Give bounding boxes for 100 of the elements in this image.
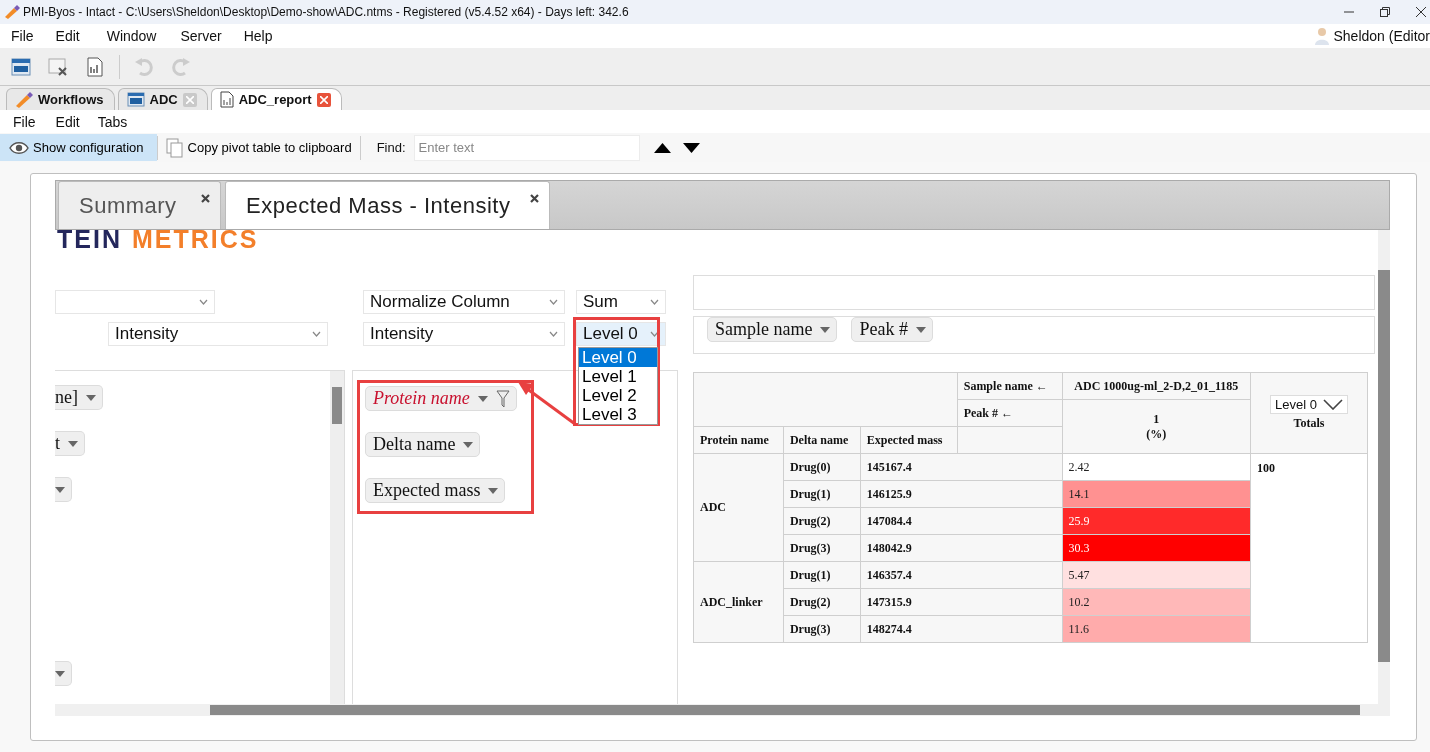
copy-icon <box>165 137 184 158</box>
chevron-down-icon <box>549 331 558 337</box>
logo: TEIN METRICS <box>56 230 260 252</box>
undo-icon <box>134 57 154 76</box>
show-configuration-button[interactable]: Show configuration <box>0 134 157 161</box>
document-icon <box>219 91 234 108</box>
value-cell: 14.1 <box>1062 480 1251 508</box>
attribute-chip[interactable]: Peak # <box>851 317 933 342</box>
sum-select[interactable]: Sum <box>576 290 666 314</box>
delta-cell: Drug(3) <box>783 615 861 643</box>
column-header: Sample name ← <box>957 372 1062 400</box>
menu-item[interactable]: Window <box>106 28 157 44</box>
attribute-chip[interactable]: Protein name <box>365 386 517 411</box>
caret-icon <box>477 395 488 402</box>
attribute-chip[interactable]: Delta name <box>365 432 481 457</box>
down-triangle-icon <box>682 142 700 153</box>
attribute-chip[interactable]: ne] <box>55 385 103 410</box>
caret-icon <box>463 441 474 448</box>
attribute-chip[interactable] <box>55 477 72 502</box>
chevron-down-icon <box>650 299 659 305</box>
document-tab[interactable]: Workflows <box>6 88 115 110</box>
window-close-icon <box>48 57 68 76</box>
attribute-chip[interactable]: Sample name <box>707 317 838 342</box>
value-cell: 2.42 <box>1062 453 1251 481</box>
mass-cell: 147315.9 <box>860 588 1062 616</box>
caret-icon <box>820 326 831 333</box>
menu-item[interactable]: Server <box>180 28 222 44</box>
totals-header: Totals <box>1293 416 1325 430</box>
row-header: Expected mass <box>860 426 958 454</box>
copy-button[interactable]: Copy pivot table to clipboard <box>157 134 360 161</box>
menu-item[interactable]: File <box>13 113 36 130</box>
value-cell: 11.6 <box>1062 615 1251 643</box>
document-tab[interactable]: ADC <box>117 88 208 110</box>
value-cell: 5.47 <box>1062 561 1251 589</box>
document-icon <box>87 56 103 77</box>
delta-cell: Drug(1) <box>783 480 861 508</box>
value-select[interactable]: Intensity <box>108 322 328 346</box>
value-cell: 30.3 <box>1062 534 1251 562</box>
column-header: Peak # ← <box>957 399 1062 427</box>
menu-item[interactable]: Tabs <box>97 113 128 130</box>
caret-icon <box>916 326 926 333</box>
total-cell: 100 <box>1250 453 1368 643</box>
filter-icon <box>495 389 510 408</box>
row-header: Protein name <box>693 426 784 454</box>
dropdown-option[interactable]: Level 0 <box>579 348 657 367</box>
column-header: 1 (%) <box>1062 399 1251 454</box>
protein-cell: ADC <box>693 453 784 562</box>
app-icon <box>4 5 20 19</box>
caret-icon <box>86 394 96 401</box>
mass-cell: 146357.4 <box>860 561 1062 589</box>
user-name[interactable]: Sheldon (Editor <box>1333 28 1430 44</box>
pencil-icon <box>15 91 33 108</box>
chevron-down-icon <box>199 299 208 305</box>
delta-cell: Drug(2) <box>783 507 861 535</box>
view-tab[interactable]: Expected Mass - Intensity <box>225 181 550 229</box>
menu-item[interactable]: Edit <box>55 28 80 44</box>
protein-cell: ADC_linker <box>693 561 784 643</box>
value-select[interactable]: Intensity <box>363 322 565 346</box>
value-cell: 25.9 <box>1062 507 1251 535</box>
eye-icon <box>9 140 29 155</box>
menu-item[interactable]: File <box>11 28 34 44</box>
mass-cell: 147084.4 <box>860 507 1062 535</box>
delta-cell: Drug(2) <box>783 588 861 616</box>
aggregator-select[interactable]: Normalize Column <box>363 290 565 314</box>
document-tab[interactable]: ADC_report <box>210 88 342 110</box>
delta-cell: Drug(1) <box>783 561 861 589</box>
chevron-down-icon <box>1323 399 1343 410</box>
caret-icon <box>68 440 78 447</box>
value-cell: 10.2 <box>1062 588 1251 616</box>
restore-icon[interactable] <box>1380 7 1390 17</box>
window-title: PMI-Byos - Intact - C:\Users\Sheldon\Desktop\Demo-show\ADC.ntms - Registered (v5.4.52 x64) - Days left: 342.6 <box>23 5 629 19</box>
scrollbar[interactable] <box>330 371 344 704</box>
delta-cell: Drug(3) <box>783 534 861 562</box>
totals-select[interactable]: Level 0 <box>1270 395 1348 414</box>
find-field[interactable]: Enter text <box>413 134 640 161</box>
mass-cell: 148042.9 <box>860 534 1062 562</box>
redo-icon <box>171 57 191 76</box>
row-header: Delta name <box>783 426 861 454</box>
menu-item[interactable]: Help <box>243 28 273 44</box>
view-tab[interactable]: Summary <box>58 181 221 229</box>
caret-icon <box>488 487 499 494</box>
close-icon[interactable] <box>201 194 210 203</box>
close-icon[interactable] <box>530 194 539 203</box>
mass-cell: 146125.9 <box>860 480 1062 508</box>
window-icon <box>11 57 31 76</box>
level-select[interactable]: Level 0 <box>576 322 666 346</box>
attribute-chip[interactable] <box>55 661 72 686</box>
delta-cell: Drug(0) <box>783 453 861 481</box>
find-label: Find: <box>376 140 406 155</box>
user-icon <box>1315 27 1330 45</box>
close-icon[interactable] <box>1416 7 1426 17</box>
chevron-down-icon <box>549 299 558 305</box>
column-header: ADC 1000ug-ml_2-D,2_01_1185 <box>1062 372 1251 400</box>
attribute-chip[interactable]: t <box>55 431 85 456</box>
window-icon <box>126 92 145 107</box>
chevron-down-icon <box>650 331 659 337</box>
up-triangle-icon <box>653 142 671 153</box>
menu-item[interactable]: Edit <box>55 113 80 130</box>
attribute-chip[interactable]: Expected mass <box>365 478 506 503</box>
caret-icon <box>55 486 65 493</box>
